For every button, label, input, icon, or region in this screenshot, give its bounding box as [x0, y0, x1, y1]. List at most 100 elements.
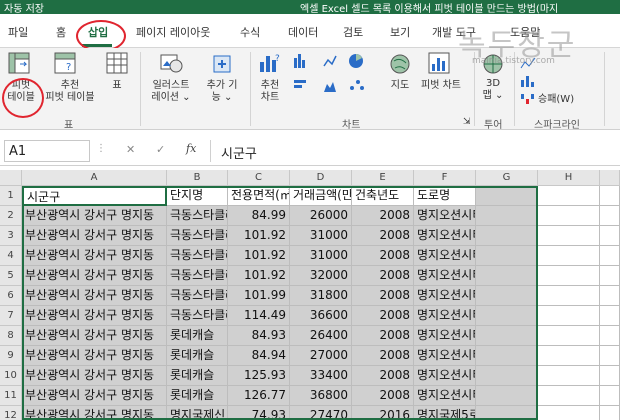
table-cell[interactable]: [538, 226, 600, 246]
table-cell[interactable]: 명지오션시티2로: [414, 286, 476, 306]
table-cell[interactable]: 부산광역시 강서구 명지동: [22, 326, 167, 346]
table-cell[interactable]: 101.92: [228, 226, 290, 246]
table-cell[interactable]: [476, 326, 538, 346]
column-header-h[interactable]: H: [538, 170, 600, 186]
table-cell[interactable]: 부산광역시 강서구 명지동: [22, 406, 167, 420]
recommended-charts-button[interactable]: 추천 차트: [256, 80, 284, 104]
tab-file[interactable]: 파일: [8, 24, 28, 40]
table-cell[interactable]: 롯데캐슬: [167, 366, 228, 386]
addins-icon[interactable]: [212, 54, 232, 74]
table-cell[interactable]: [476, 406, 538, 420]
table-cell[interactable]: 부산광역시 강서구 명지동: [22, 206, 167, 226]
table-cell[interactable]: [476, 286, 538, 306]
sparkline-column-icon[interactable]: [520, 74, 536, 88]
table-cell[interactable]: [476, 246, 538, 266]
tab-page-layout[interactable]: 페이지 레이아웃: [136, 24, 210, 40]
table-cell[interactable]: [538, 246, 600, 266]
table-cell[interactable]: [600, 346, 620, 366]
table-cell[interactable]: 2008: [352, 206, 414, 226]
table-cell[interactable]: 시군구: [22, 186, 167, 206]
table-cell[interactable]: 2008: [352, 386, 414, 406]
table-cell[interactable]: 극동스타클래스: [167, 306, 228, 326]
table-cell[interactable]: 명지오션시티2로: [414, 206, 476, 226]
column-header-d[interactable]: D: [290, 170, 352, 186]
table-cell[interactable]: 31000: [290, 246, 352, 266]
table-cell[interactable]: 101.92: [228, 266, 290, 286]
enter-icon[interactable]: ✓: [156, 143, 165, 156]
table-cell[interactable]: 명지오션시티11로: [414, 366, 476, 386]
recommended-charts-icon[interactable]: ?: [258, 52, 282, 74]
table-cell[interactable]: 2008: [352, 366, 414, 386]
table-cell[interactable]: 전용면적(㎡): [228, 186, 290, 206]
maps-icon[interactable]: [390, 54, 410, 74]
row-header[interactable]: 2: [0, 206, 22, 226]
table-cell[interactable]: 2008: [352, 346, 414, 366]
table-cell[interactable]: 부산광역시 강서구 명지동: [22, 246, 167, 266]
dialog-launcher-icon[interactable]: ⇲: [463, 116, 471, 128]
table-cell[interactable]: [538, 386, 600, 406]
table-cell[interactable]: [600, 406, 620, 420]
table-cell[interactable]: 2008: [352, 266, 414, 286]
table-cell[interactable]: 명지오션시티2로: [414, 226, 476, 246]
table-cell[interactable]: 84.99: [228, 206, 290, 226]
row-header[interactable]: 5: [0, 266, 22, 286]
row-header[interactable]: 11: [0, 386, 22, 406]
table-cell[interactable]: 부산광역시 강서구 명지동: [22, 286, 167, 306]
table-cell[interactable]: [600, 226, 620, 246]
table-cell[interactable]: [600, 266, 620, 286]
table-cell[interactable]: [476, 186, 538, 206]
tab-review[interactable]: 검토: [343, 24, 363, 40]
table-cell[interactable]: 101.99: [228, 286, 290, 306]
row-header[interactable]: 4: [0, 246, 22, 266]
table-icon[interactable]: [106, 52, 128, 74]
column-header-a[interactable]: A: [22, 170, 167, 186]
column-header-i[interactable]: [600, 170, 620, 186]
table-cell[interactable]: 극동스타클래스: [167, 206, 228, 226]
table-cell[interactable]: [600, 326, 620, 346]
table-cell[interactable]: 롯데캐슬: [167, 346, 228, 366]
table-cell[interactable]: 부산광역시 강서구 명지동: [22, 386, 167, 406]
formula-input[interactable]: 시군구: [210, 140, 618, 162]
table-cell[interactable]: 극동스타클래스: [167, 226, 228, 246]
table-cell[interactable]: [538, 206, 600, 226]
table-cell[interactable]: 거래금액(만원): [290, 186, 352, 206]
tab-formulas[interactable]: 수식: [240, 24, 260, 40]
table-cell[interactable]: [476, 306, 538, 326]
table-cell[interactable]: [538, 326, 600, 346]
sparkline-winloss-icon[interactable]: [520, 92, 536, 106]
table-cell[interactable]: 2008: [352, 326, 414, 346]
table-cell[interactable]: [538, 266, 600, 286]
table-cell[interactable]: [600, 246, 620, 266]
illustrations-button[interactable]: 일러스트 레이션 ⌄: [144, 80, 198, 104]
table-cell[interactable]: [538, 406, 600, 420]
table-cell[interactable]: 26000: [290, 206, 352, 226]
table-cell[interactable]: 32000: [290, 266, 352, 286]
row-header[interactable]: 10: [0, 366, 22, 386]
table-cell[interactable]: 36800: [290, 386, 352, 406]
table-cell[interactable]: [600, 286, 620, 306]
table-cell[interactable]: 27470: [290, 406, 352, 420]
table-cell[interactable]: 36600: [290, 306, 352, 326]
table-cell[interactable]: 극동스타클래스: [167, 246, 228, 266]
table-cell[interactable]: 부산광역시 강서구 명지동: [22, 306, 167, 326]
table-cell[interactable]: [538, 286, 600, 306]
table-cell[interactable]: 명지국제신도시: [167, 406, 228, 420]
table-cell[interactable]: 극동스타클래스: [167, 286, 228, 306]
table-cell[interactable]: [476, 226, 538, 246]
table-cell[interactable]: [600, 366, 620, 386]
3d-map-button[interactable]: 3D 맵 ⌄: [480, 78, 506, 102]
row-header[interactable]: 3: [0, 226, 22, 246]
autosave-label[interactable]: 자동 저장: [4, 0, 44, 14]
table-cell[interactable]: 101.92: [228, 246, 290, 266]
table-cell[interactable]: 2008: [352, 286, 414, 306]
table-cell[interactable]: 도로명: [414, 186, 476, 206]
recommended-pivot-button[interactable]: 추천 피벗 테이블: [42, 80, 98, 104]
table-cell[interactable]: [600, 206, 620, 226]
table-cell[interactable]: 114.49: [228, 306, 290, 326]
table-cell[interactable]: [476, 206, 538, 226]
pivot-table-icon[interactable]: [8, 52, 30, 74]
column-header-e[interactable]: E: [352, 170, 414, 186]
table-cell[interactable]: [476, 346, 538, 366]
table-cell[interactable]: [600, 186, 620, 206]
table-cell[interactable]: 2008: [352, 246, 414, 266]
